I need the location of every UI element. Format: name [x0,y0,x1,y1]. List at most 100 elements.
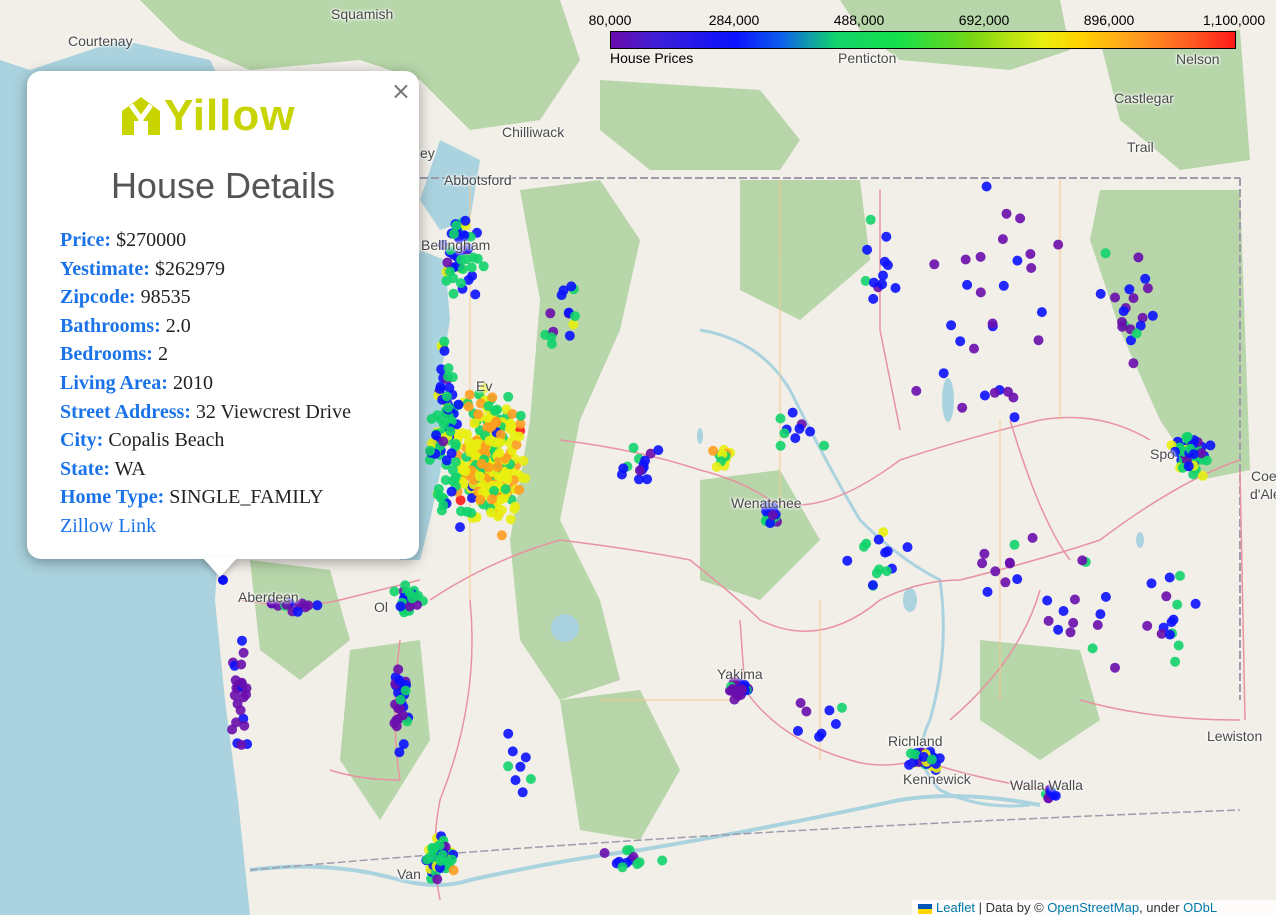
house-marker[interactable] [455,522,465,533]
house-marker[interactable] [779,428,790,439]
house-marker[interactable] [1001,208,1012,219]
house-marker[interactable] [517,787,528,798]
house-marker[interactable] [969,343,979,354]
house-marker[interactable] [1025,249,1036,259]
house-marker[interactable] [1068,617,1079,628]
house-marker[interactable] [1036,307,1047,318]
house-marker[interactable] [237,635,247,646]
house-marker[interactable] [465,447,476,458]
house-marker[interactable] [1012,255,1023,266]
house-marker[interactable] [1205,440,1216,451]
house-marker[interactable] [634,465,645,476]
house-marker[interactable] [873,534,884,545]
house-marker[interactable] [492,462,503,472]
house-marker[interactable] [472,253,483,264]
house-marker[interactable] [509,503,520,514]
house-marker[interactable] [989,387,1000,398]
house-marker[interactable] [998,280,1009,291]
house-marker[interactable] [525,774,536,784]
house-marker[interactable] [962,279,973,290]
house-marker[interactable] [878,270,888,281]
house-marker[interactable] [515,761,526,772]
house-marker[interactable] [711,461,722,472]
house-marker[interactable] [435,381,446,392]
house-marker[interactable] [443,402,454,413]
house-marker[interactable] [496,505,507,516]
house-marker[interactable] [1012,574,1023,585]
house-marker[interactable] [1003,386,1013,397]
house-marker[interactable] [564,330,575,341]
house-marker[interactable] [1172,599,1183,610]
house-marker[interactable] [493,438,504,449]
house-marker[interactable] [435,856,446,866]
house-marker[interactable] [926,754,937,765]
house-marker[interactable] [422,854,433,865]
house-marker[interactable] [1033,335,1044,346]
house-marker[interactable] [473,409,484,420]
house-marker[interactable] [858,541,869,552]
house-marker[interactable] [483,462,494,473]
house-marker[interactable] [775,440,786,451]
house-marker[interactable] [487,494,497,505]
house-marker[interactable] [455,278,466,289]
house-marker[interactable] [1000,577,1011,588]
house-marker[interactable] [726,685,737,696]
house-marker[interactable] [570,311,580,322]
house-marker[interactable] [428,845,439,856]
house-marker[interactable] [708,445,719,456]
house-marker[interactable] [445,266,456,277]
house-marker[interactable] [880,547,891,558]
house-marker[interactable] [837,702,847,713]
house-marker[interactable] [871,568,882,579]
house-marker[interactable] [1042,595,1053,606]
house-marker[interactable] [446,448,457,459]
house-marker[interactable] [507,409,518,419]
house-marker[interactable] [446,486,457,497]
house-marker[interactable] [1173,640,1184,651]
house-marker[interactable] [862,244,873,255]
house-marker[interactable] [819,440,830,451]
house-marker[interactable] [1124,284,1135,295]
house-marker[interactable] [628,442,639,453]
house-marker[interactable] [398,739,409,750]
house-marker[interactable] [463,401,474,412]
house-marker[interactable] [500,484,511,495]
house-marker[interactable] [979,390,990,401]
house-marker[interactable] [1026,263,1037,273]
house-marker[interactable] [426,413,437,424]
house-marker[interactable] [466,262,477,273]
house-marker[interactable] [474,471,485,482]
house-marker[interactable] [905,748,916,759]
house-marker[interactable] [793,725,803,736]
house-marker[interactable] [505,418,516,429]
house-marker[interactable] [546,332,557,343]
osm-link[interactable]: OpenStreetMap [1047,900,1139,915]
house-marker[interactable] [890,283,901,293]
house-marker[interactable] [395,704,406,714]
house-marker[interactable] [1058,606,1069,616]
house-marker[interactable] [842,555,853,566]
close-icon[interactable]: × [391,77,411,105]
house-marker[interactable] [450,457,461,467]
house-marker[interactable] [456,506,466,517]
house-marker[interactable] [545,308,556,319]
house-marker[interactable] [990,566,1001,577]
house-marker[interactable] [1100,591,1111,602]
house-marker[interactable] [484,435,495,446]
house-marker[interactable] [515,410,526,421]
house-marker[interactable] [407,593,418,604]
house-marker[interactable] [441,391,452,402]
house-marker[interactable] [443,363,454,374]
house-marker[interactable] [805,426,816,437]
house-marker[interactable] [505,514,516,525]
house-marker[interactable] [496,530,507,541]
house-marker[interactable] [830,719,841,729]
house-marker[interactable] [867,580,878,591]
house-marker[interactable] [1128,358,1139,369]
house-marker[interactable] [446,854,457,865]
house-marker[interactable] [997,234,1008,245]
house-marker[interactable] [450,439,461,449]
house-marker[interactable] [236,677,247,688]
house-marker[interactable] [868,293,879,304]
house-marker[interactable] [987,318,998,329]
